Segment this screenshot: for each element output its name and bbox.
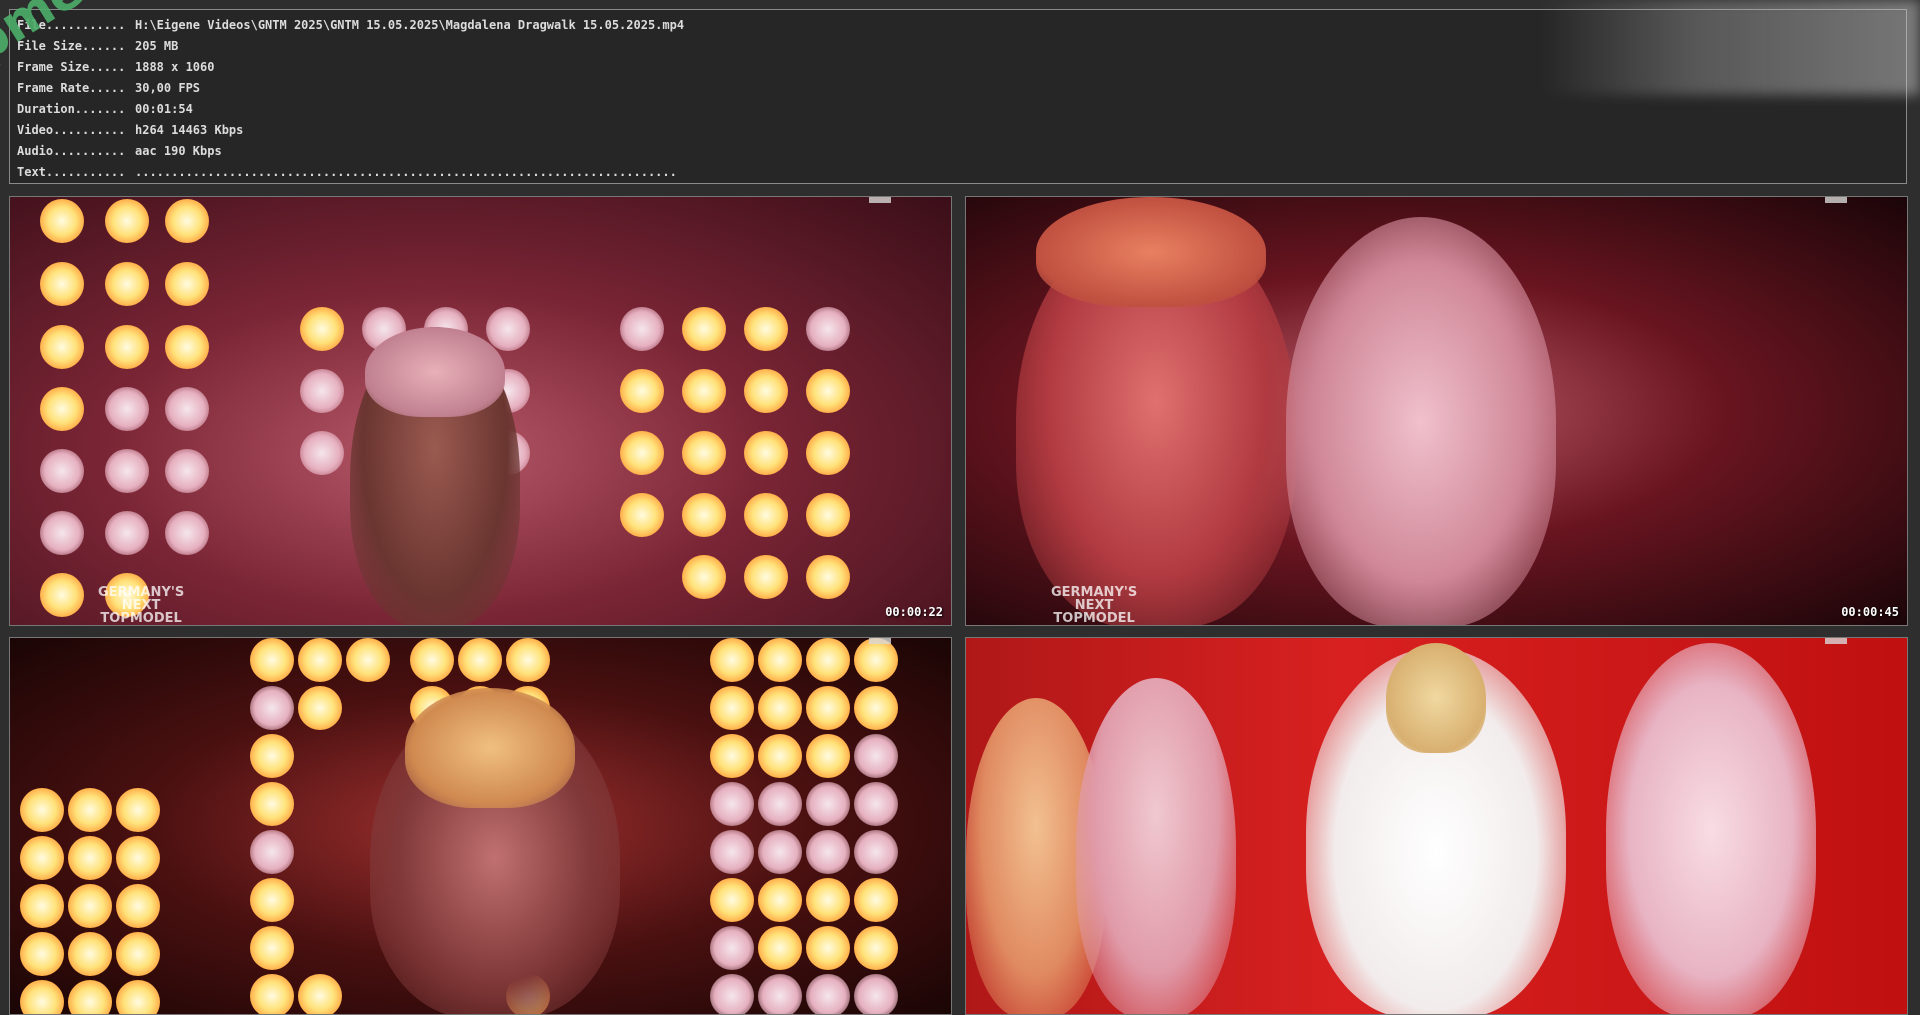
timestamp: 00:00:45 [1841,605,1899,619]
stage-lights-right [620,307,880,625]
blurred-corner [1540,0,1920,95]
stage-lights-left [10,788,170,1014]
logo-text: TOPMODEL [1053,611,1135,626]
logo-text: TOPMODEL [100,611,182,626]
thumbnail-3 [9,637,952,1015]
info-value: 1888 x 1060 [135,60,215,74]
info-value: 00:01:54 [135,102,193,116]
channel-logo: GERMANY'S NEXT TOPMODEL [1051,586,1137,625]
performer-figure-2 [1076,678,1236,1014]
info-key: Frame Rate..... [17,81,126,95]
thumbnail-2: GERMANY'S NEXT TOPMODEL 00:00:45 [965,196,1908,626]
info-key: File........... [17,18,126,32]
info-key: File Size...... [17,39,126,53]
info-key: Text........... [17,165,126,179]
info-key: Audio.......... [17,144,126,158]
timestamp: 00:00:22 [885,605,943,619]
channel-corner-mark [1825,638,1847,644]
info-row-text: Text........... ........................… [17,162,1906,183]
performer-hair [405,688,575,808]
info-row-video: Video.......... h264 14463 Kbps [17,120,1906,141]
performer-hair-left [1036,197,1266,307]
thumbnail-1: GERMANY'S NEXT TOPMODEL 00:00:22 [9,196,952,626]
info-row-audio: Audio.......... aac 190 Kbps [17,141,1906,162]
contact-sheet: File........... H:\Eigene Videos\GNTM 20… [0,0,1920,1015]
channel-corner-mark [869,638,891,644]
info-value: ........................................… [135,165,677,179]
info-value: h264 14463 Kbps [135,123,244,137]
info-value: H:\Eigene Videos\GNTM 2025\GNTM 15.05.20… [135,18,685,32]
performer-figure-3 [1606,643,1816,1014]
info-key: Frame Size..... [17,60,126,74]
channel-corner-mark [869,197,891,203]
info-row-duration: Duration....... 00:01:54 [17,99,1906,120]
host-hair [1386,643,1486,753]
stage-lights-left [10,197,210,625]
info-key: Duration....... [17,102,126,116]
stage-lights-right [710,638,910,1014]
performer-figure-right [1286,217,1556,625]
channel-corner-mark [1825,197,1847,203]
info-value: aac 190 Kbps [135,144,222,158]
thumbnail-4 [965,637,1908,1015]
performer-headpiece [365,327,505,417]
info-key: Video.......... [17,123,126,137]
info-value: 205 MB [135,39,179,53]
info-value: 30,00 FPS [135,81,201,95]
channel-logo: GERMANY'S NEXT TOPMODEL [98,586,184,625]
